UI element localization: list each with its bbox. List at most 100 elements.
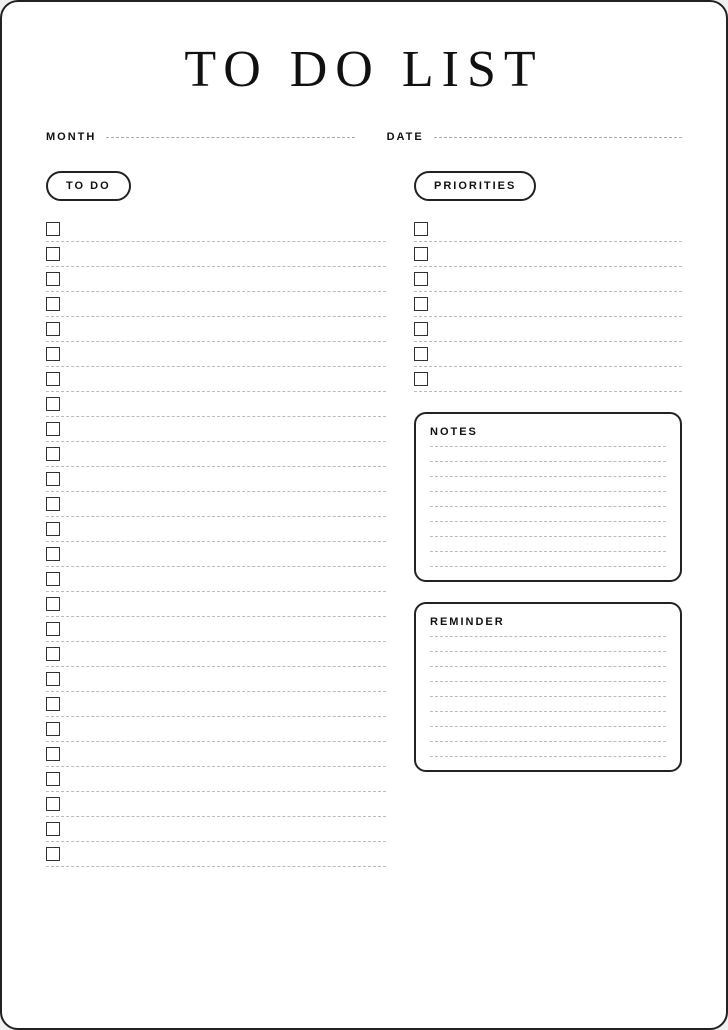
todo-item-line	[70, 804, 386, 805]
todo-item-line	[70, 254, 386, 255]
todo-checkbox[interactable]	[46, 647, 60, 661]
reminder-line	[430, 711, 666, 712]
priority-checkbox[interactable]	[414, 297, 428, 311]
todo-checkbox[interactable]	[46, 747, 60, 761]
notes-line	[430, 551, 666, 552]
reminder-section: REMINDER	[414, 602, 682, 772]
todo-checkbox[interactable]	[46, 247, 60, 261]
reminder-label: REMINDER	[430, 616, 666, 628]
priority-checkbox[interactable]	[414, 222, 428, 236]
priority-item-line	[438, 229, 682, 230]
priority-checkbox[interactable]	[414, 372, 428, 386]
reminder-line	[430, 681, 666, 682]
todo-item	[46, 542, 386, 567]
priority-item-line	[438, 254, 682, 255]
todo-items-list	[46, 217, 386, 867]
todo-checkbox[interactable]	[46, 447, 60, 461]
todo-item-line	[70, 554, 386, 555]
todo-item	[46, 467, 386, 492]
todo-checkbox[interactable]	[46, 672, 60, 686]
notes-line	[430, 566, 666, 567]
notes-line	[430, 476, 666, 477]
notes-line	[430, 536, 666, 537]
priority-item	[414, 267, 682, 292]
notes-line	[430, 491, 666, 492]
main-columns: TO DO	[46, 171, 682, 867]
priority-item-line	[438, 379, 682, 380]
todo-item	[46, 392, 386, 417]
todo-item-line	[70, 454, 386, 455]
todo-checkbox[interactable]	[46, 822, 60, 836]
notes-lines	[430, 446, 666, 567]
todo-checkbox[interactable]	[46, 797, 60, 811]
todo-checkbox[interactable]	[46, 347, 60, 361]
todo-checkbox[interactable]	[46, 522, 60, 536]
todo-item	[46, 592, 386, 617]
todo-checkbox[interactable]	[46, 622, 60, 636]
date-label: DATE	[387, 131, 424, 143]
todo-item	[46, 617, 386, 642]
priority-item	[414, 217, 682, 242]
priority-item	[414, 342, 682, 367]
notes-line	[430, 521, 666, 522]
todo-checkbox[interactable]	[46, 497, 60, 511]
todo-item-line	[70, 429, 386, 430]
todo-item-line	[70, 579, 386, 580]
meta-row: MONTH DATE	[46, 131, 682, 143]
priority-checkbox[interactable]	[414, 347, 428, 361]
todo-item	[46, 742, 386, 767]
todo-checkbox[interactable]	[46, 722, 60, 736]
todo-item	[46, 492, 386, 517]
priority-checkbox[interactable]	[414, 322, 428, 336]
todo-item-line	[70, 354, 386, 355]
todo-item-line	[70, 854, 386, 855]
todo-item-line	[70, 629, 386, 630]
reminder-line	[430, 726, 666, 727]
reminder-line	[430, 651, 666, 652]
notes-label: NOTES	[430, 426, 666, 438]
todo-item-line	[70, 529, 386, 530]
priority-item-line	[438, 329, 682, 330]
todo-item	[46, 767, 386, 792]
page-title: TO DO LIST	[46, 40, 682, 99]
todo-item-line	[70, 329, 386, 330]
priority-checkbox[interactable]	[414, 272, 428, 286]
todo-checkbox[interactable]	[46, 422, 60, 436]
todo-item	[46, 417, 386, 442]
todo-item	[46, 642, 386, 667]
todo-checkbox[interactable]	[46, 397, 60, 411]
todo-item-line	[70, 729, 386, 730]
reminder-line	[430, 741, 666, 742]
todo-checkbox[interactable]	[46, 572, 60, 586]
reminder-line	[430, 696, 666, 697]
todo-checkbox[interactable]	[46, 297, 60, 311]
priority-item-line	[438, 354, 682, 355]
todo-item-line	[70, 754, 386, 755]
todo-checkbox[interactable]	[46, 772, 60, 786]
todo-checkbox[interactable]	[46, 472, 60, 486]
priority-checkbox[interactable]	[414, 247, 428, 261]
todo-item	[46, 217, 386, 242]
todo-checkbox[interactable]	[46, 547, 60, 561]
reminder-line	[430, 666, 666, 667]
reminder-lines	[430, 636, 666, 757]
todo-section-label: TO DO	[46, 171, 131, 201]
priority-item-line	[438, 304, 682, 305]
todo-checkbox[interactable]	[46, 597, 60, 611]
todo-item-line	[70, 604, 386, 605]
todo-checkbox[interactable]	[46, 272, 60, 286]
priorities-section: PRIORITIES	[414, 171, 682, 392]
priority-item	[414, 242, 682, 267]
todo-checkbox[interactable]	[46, 372, 60, 386]
todo-item	[46, 817, 386, 842]
todo-checkbox[interactable]	[46, 222, 60, 236]
reminder-box: REMINDER	[414, 602, 682, 772]
todo-item-line	[70, 779, 386, 780]
todo-item-line	[70, 279, 386, 280]
todo-checkbox[interactable]	[46, 697, 60, 711]
priority-item	[414, 367, 682, 392]
notes-box: NOTES	[414, 412, 682, 582]
todo-checkbox[interactable]	[46, 322, 60, 336]
priority-item	[414, 292, 682, 317]
todo-checkbox[interactable]	[46, 847, 60, 861]
